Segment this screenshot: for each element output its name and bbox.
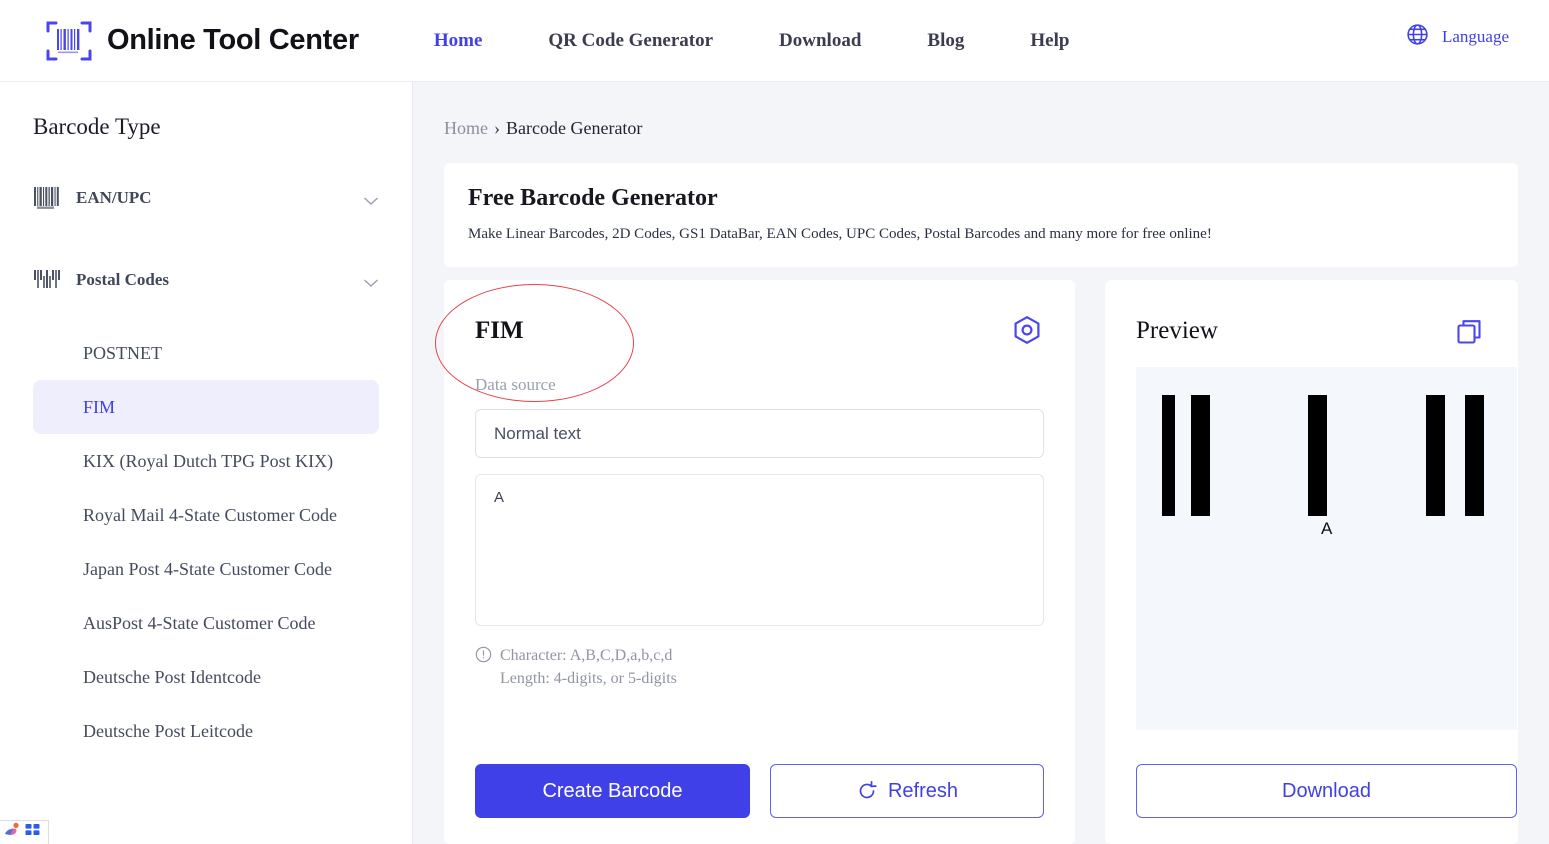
info-circle-icon — [475, 646, 492, 690]
extension-grid-icon[interactable] — [25, 823, 41, 842]
language-label: Language — [1441, 27, 1509, 46]
barcode-bar — [1162, 395, 1175, 516]
data-source-select[interactable]: Normal text — [475, 409, 1044, 458]
generator-panel: FIM Data source Normal text A Character:… — [444, 280, 1075, 844]
page-banner: Free Barcode Generator Make Linear Barco… — [444, 163, 1518, 267]
generator-header: FIM — [475, 314, 1044, 348]
barcode-bar — [1465, 395, 1484, 516]
sidebar-group-ean-upc[interactable]: EAN/UPC — [33, 178, 379, 218]
barcode-preview: A — [1136, 367, 1517, 730]
nav-item-help[interactable]: Help — [1030, 30, 1069, 52]
preview-panel: Preview A Download — [1105, 280, 1518, 844]
brand-logo-link[interactable]: Online Tool Center — [45, 17, 359, 65]
refresh-icon — [856, 780, 878, 802]
sidebar-item-auspost-4-state[interactable]: AusPost 4-State Customer Code — [33, 596, 379, 650]
language-selector[interactable]: Language — [1405, 22, 1509, 52]
main-nav: Home QR Code Generator Download Blog Hel… — [434, 30, 1136, 52]
generator-title: FIM — [475, 317, 524, 344]
hint-line-length: Length: 4-digits, or 5-digits — [500, 670, 677, 688]
breadcrumb-separator-icon: › — [494, 118, 500, 138]
nav-item-qr-code-generator[interactable]: QR Code Generator — [548, 30, 713, 52]
hint-line-character: Character: A,B,C,D,a,b,c,d — [500, 647, 673, 664]
extension-bird-icon[interactable] — [3, 822, 21, 843]
copy-icon[interactable] — [1454, 315, 1487, 348]
sidebar-item-postnet[interactable]: POSTNET — [33, 326, 379, 380]
main-content: Home › Barcode Generator Free Barcode Ge… — [413, 82, 1549, 844]
nav-item-home[interactable]: Home — [434, 30, 483, 52]
sidebar-group-label: Postal Codes — [76, 270, 170, 289]
content-columns: FIM Data source Normal text A Character:… — [444, 280, 1518, 844]
page-title: Free Barcode Generator — [468, 185, 718, 211]
barcode-preview-label: A — [1321, 519, 1333, 538]
preview-header: Preview — [1136, 314, 1487, 348]
data-source-label: Data source — [475, 375, 556, 394]
breadcrumb-current: Barcode Generator — [506, 118, 643, 138]
barcode-data-input[interactable]: A — [475, 474, 1044, 626]
barcode-bar — [1426, 395, 1445, 516]
barcode-scan-icon — [45, 17, 93, 65]
nav-item-blog[interactable]: Blog — [927, 30, 964, 52]
sidebar-group-label: EAN/UPC — [76, 188, 152, 207]
barcode-bar — [1308, 395, 1327, 516]
breadcrumb: Home › Barcode Generator — [444, 118, 1549, 139]
sidebar-group-postal-codes[interactable]: Postal Codes — [33, 260, 379, 300]
page-subtitle: Make Linear Barcodes, 2D Codes, GS1 Data… — [468, 226, 1212, 242]
sidebar-item-fim[interactable]: FIM — [33, 380, 379, 434]
chevron-down-icon[interactable] — [363, 275, 379, 287]
site-header: Online Tool Center Home QR Code Generato… — [0, 0, 1549, 82]
breadcrumb-home[interactable]: Home — [444, 118, 488, 139]
download-button[interactable]: Download — [1136, 764, 1517, 818]
create-barcode-button[interactable]: Create Barcode — [475, 764, 750, 818]
sidebar-item-kix[interactable]: KIX (Royal Dutch TPG Post KIX) — [33, 434, 379, 488]
refresh-button[interactable]: Refresh — [770, 764, 1044, 818]
data-source-value: Normal text — [494, 423, 581, 443]
refresh-label: Refresh — [887, 779, 959, 802]
generator-actions: Create Barcode Refresh — [475, 764, 1044, 818]
postal-barcode-icon — [33, 267, 61, 293]
sidebar-item-japan-post-4-state[interactable]: Japan Post 4-State Customer Code — [33, 542, 379, 596]
nav-item-download[interactable]: Download — [779, 30, 861, 52]
sidebar-item-deutsche-post-leitcode[interactable]: Deutsche Post Leitcode — [33, 704, 379, 758]
barcode-icon — [33, 185, 61, 211]
brand-name: Online Tool Center — [107, 24, 359, 56]
barcode-data-value: A — [494, 489, 505, 506]
sidebar-item-royal-mail-4-state[interactable]: Royal Mail 4-State Customer Code — [33, 488, 379, 542]
input-hint: Character: A,B,C,D,a,b,c,d Length: 4-dig… — [475, 644, 1044, 690]
sidebar-title: Barcode Type — [33, 114, 161, 139]
app-root: Online Tool Center Home QR Code Generato… — [0, 0, 1549, 844]
chevron-down-icon[interactable] — [363, 193, 379, 205]
sidebar-item-deutsche-post-identcode[interactable]: Deutsche Post Identcode — [33, 650, 379, 704]
settings-hexagon-icon[interactable] — [1010, 314, 1044, 348]
sidebar: Barcode Type EAN/UPC Postal Codes POSTNE… — [0, 82, 413, 844]
barcode-bar — [1191, 395, 1210, 516]
browser-extension-widget[interactable] — [0, 820, 49, 844]
preview-title: Preview — [1136, 317, 1218, 344]
globe-icon — [1405, 22, 1430, 52]
